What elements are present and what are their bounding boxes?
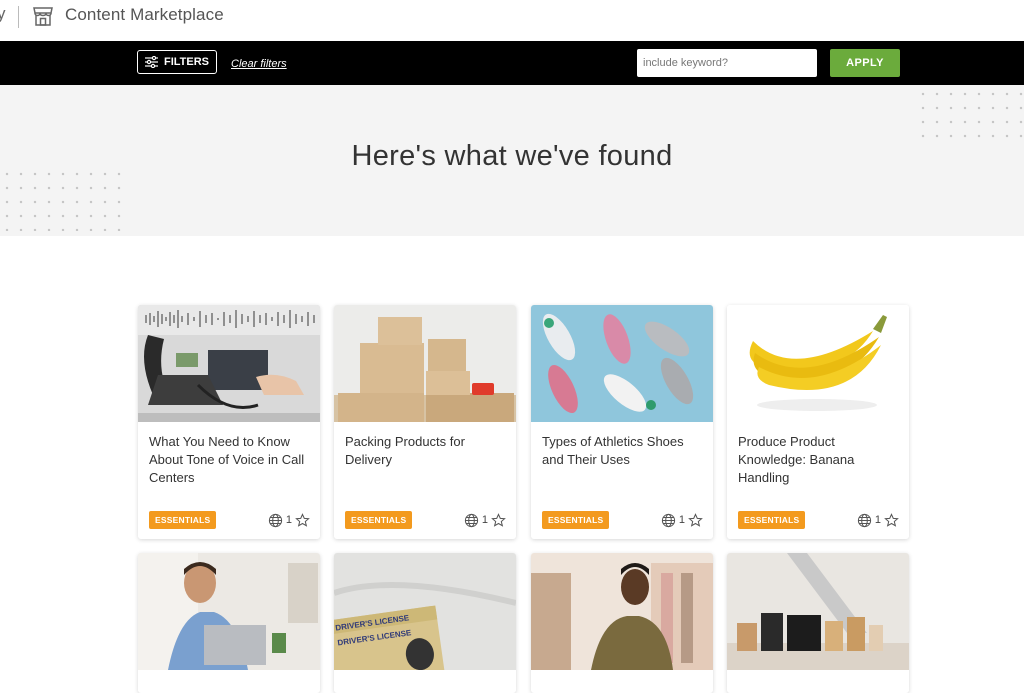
sliders-icon xyxy=(145,56,158,68)
app-title: Content Marketplace xyxy=(65,5,224,24)
decorative-dots-left xyxy=(0,167,126,231)
card-image-clothing-store xyxy=(531,553,713,670)
card-title[interactable]: Types of Athletics Shoes and Their Uses xyxy=(542,433,704,469)
results-heading: Here's what we've found xyxy=(351,140,673,172)
star-icon[interactable] xyxy=(884,512,899,528)
card-image-banana xyxy=(727,305,909,422)
globe-icon xyxy=(464,513,478,527)
star-icon[interactable] xyxy=(491,512,506,528)
card-image-sneakers xyxy=(531,305,713,422)
content-card[interactable]: What You Need to Know About Tone of Voic… xyxy=(138,305,320,539)
language-count: 1 xyxy=(678,514,685,526)
keyword-search-input[interactable] xyxy=(637,49,817,77)
card-title[interactable]: Packing Products for Delivery xyxy=(345,433,507,469)
star-icon[interactable] xyxy=(295,512,310,528)
card-image-boxes xyxy=(334,305,516,422)
globe-icon xyxy=(268,513,282,527)
card-image-mall-bags xyxy=(727,553,909,670)
brand-logo-fragment[interactable]: y xyxy=(0,4,6,24)
filter-bar: FILTERS Clear filters APPLY xyxy=(0,41,1024,85)
card-title[interactable]: Produce Product Knowledge: Banana Handli… xyxy=(738,433,900,487)
essentials-badge: ESSENTIALS xyxy=(345,511,413,529)
card-image-man-headset xyxy=(138,553,320,670)
store-icon xyxy=(33,7,53,26)
card-meta: 1 xyxy=(857,511,899,529)
essentials-badge: ESSENTIALS xyxy=(149,511,217,529)
filters-label: FILTERS xyxy=(164,56,210,68)
globe-icon xyxy=(661,513,675,527)
essentials-badge: ESSENTIALS xyxy=(738,511,806,529)
globe-icon xyxy=(857,513,871,527)
apply-button[interactable]: APPLY xyxy=(830,49,900,77)
language-count: 1 xyxy=(285,514,292,526)
decorative-dots-right xyxy=(916,87,1024,147)
filters-button[interactable]: FILTERS xyxy=(137,50,217,74)
content-card[interactable] xyxy=(727,553,909,693)
card-meta: 1 xyxy=(661,511,703,529)
card-title[interactable]: What You Need to Know About Tone of Voic… xyxy=(149,433,311,487)
language-count: 1 xyxy=(481,514,488,526)
card-image-call-center xyxy=(138,305,320,422)
card-meta: 1 xyxy=(268,511,310,529)
header-divider xyxy=(18,6,19,28)
top-header: y Content Marketplace xyxy=(0,0,1024,41)
clear-filters-link[interactable]: Clear filters xyxy=(231,58,287,70)
content-card[interactable] xyxy=(138,553,320,693)
content-card[interactable]: Types of Athletics Shoes and Their Uses … xyxy=(531,305,713,539)
card-image-drivers-license: DRIVER'S LICENSE DRIVER'S LICENSE xyxy=(334,553,516,670)
content-card[interactable]: Produce Product Knowledge: Banana Handli… xyxy=(727,305,909,539)
results-hero: Here's what we've found xyxy=(0,85,1024,236)
language-count: 1 xyxy=(874,514,881,526)
star-icon[interactable] xyxy=(688,512,703,528)
content-card[interactable] xyxy=(531,553,713,693)
content-card[interactable]: DRIVER'S LICENSE DRIVER'S LICENSE xyxy=(334,553,516,693)
essentials-badge: ESSENTIALS xyxy=(542,511,610,529)
card-meta: 1 xyxy=(464,511,506,529)
content-card[interactable]: Packing Products for Delivery ESSENTIALS… xyxy=(334,305,516,539)
